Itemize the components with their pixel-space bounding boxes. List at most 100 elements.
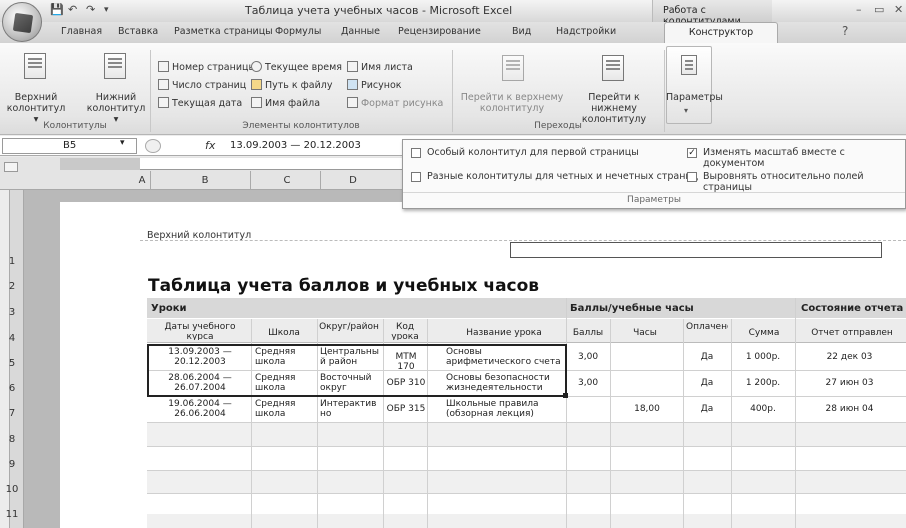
fill-handle[interactable] (563, 393, 568, 398)
section-lessons: Уроки (151, 303, 187, 314)
page-number-icon (158, 61, 169, 72)
minimize-button[interactable]: – (856, 3, 862, 16)
current-time-button[interactable]: Текущее время (251, 61, 342, 73)
tab-page-layout[interactable]: Разметка страницы (174, 26, 273, 37)
tab-formulas[interactable]: Формулы (275, 26, 321, 37)
tab-data[interactable]: Данные (341, 26, 380, 37)
file-name-button[interactable]: Имя файла (251, 97, 320, 109)
goto-header-button[interactable]: Перейти к верхнему колонтитулу (458, 92, 566, 114)
cell-sum[interactable]: 1 200р. (733, 378, 793, 388)
row-header[interactable]: 4 (0, 333, 24, 344)
cell-paid[interactable]: Да (684, 404, 730, 414)
select-all-corner[interactable] (4, 162, 18, 172)
col-header-hours: Часы (633, 328, 657, 338)
column-divider (150, 171, 151, 189)
row-header[interactable]: 8 (0, 434, 24, 445)
cell-scores[interactable]: 3,00 (578, 378, 610, 388)
row-header[interactable]: 2 (0, 281, 24, 292)
group-separator (150, 50, 151, 132)
column-header-a[interactable]: A (122, 175, 162, 186)
cell-hours[interactable]: 18,00 (612, 404, 682, 414)
group-label-headers: Колонтитулы (43, 121, 107, 131)
tab-view[interactable]: Вид (512, 26, 531, 37)
cell-scores[interactable]: 3,00 (578, 352, 610, 362)
page-number-button[interactable]: Номер страницы (158, 61, 256, 73)
header-input-box[interactable] (510, 242, 882, 258)
section-report: Состояние отчета (801, 303, 904, 314)
tab-addins[interactable]: Надстройки (556, 26, 616, 37)
redo-icon[interactable]: ↷ (86, 3, 95, 19)
option-first-page[interactable]: Особый колонтитул для первой страницы (427, 147, 639, 158)
goto-header-label2: колонтитулу (479, 103, 545, 114)
cell-paid[interactable]: Да (684, 378, 730, 388)
fx-icon[interactable]: fx (205, 139, 215, 152)
tab-design[interactable]: Конструктор (664, 22, 778, 44)
col-divider (795, 298, 796, 528)
row-header[interactable]: 6 (0, 383, 24, 394)
cell-sum[interactable]: 1 000р. (733, 352, 793, 362)
save-icon[interactable]: 💾 (50, 3, 64, 19)
format-picture-button[interactable]: Формат рисунка (347, 97, 443, 109)
office-button[interactable] (2, 2, 42, 42)
file-icon (251, 97, 262, 108)
page-count-icon (158, 79, 169, 90)
cell-lesson-name[interactable]: Школьные правила (обзорная лекция) (446, 399, 566, 419)
cell-report-sent[interactable]: 22 дек 03 (797, 352, 902, 362)
goto-footer-icon (602, 55, 624, 81)
cell-paid[interactable]: Да (684, 352, 730, 362)
row-header[interactable]: 10 (0, 484, 24, 495)
col-header-lesson-name: Название урока (466, 328, 542, 338)
page-count-button[interactable]: Число страниц (158, 79, 246, 91)
cell-code[interactable]: ОБР 315 (386, 404, 426, 414)
qat-customize-icon[interactable]: ▾ (104, 5, 109, 21)
row-header[interactable]: 9 (0, 459, 24, 470)
group-separator (664, 50, 665, 132)
header-button-label: Верхний (14, 92, 58, 103)
help-icon[interactable]: ? (842, 24, 848, 38)
section-header-row (147, 298, 906, 318)
selected-range[interactable] (147, 344, 567, 397)
option-odd-even[interactable]: Разные колонтитулы для четных и нечетных… (427, 171, 698, 182)
name-box[interactable]: B5 (2, 138, 137, 154)
checkbox-first-page[interactable] (411, 148, 421, 158)
column-header-d[interactable]: D (328, 175, 378, 186)
close-button[interactable]: ✕ (894, 3, 903, 16)
tab-review[interactable]: Рецензирование (398, 26, 481, 37)
restore-button[interactable]: ▭ (874, 3, 884, 16)
context-tab-title: Работа с колонтитулами (652, 0, 772, 27)
tab-insert[interactable]: Вставка (118, 26, 158, 37)
picture-button[interactable]: Рисунок (347, 79, 402, 91)
cell-dates[interactable]: 19.06.2004 — 26.06.2004 (150, 399, 250, 419)
cell-school[interactable]: Средняя школа (255, 399, 317, 419)
row-header[interactable]: 1 (0, 256, 24, 267)
formula-input[interactable]: 13.09.2003 — 20.12.2003 (230, 140, 361, 151)
checkbox-scale-with-doc[interactable]: ✓ (687, 148, 697, 158)
col-divider (731, 319, 732, 528)
cell-report-sent[interactable]: 27 июн 03 (797, 378, 902, 388)
current-date-button[interactable]: Текущая дата (158, 97, 242, 109)
page-number-label: Номер страницы (172, 62, 256, 73)
checkbox-align-margins[interactable] (687, 172, 697, 182)
column-header-c[interactable]: C (262, 175, 312, 186)
tab-home[interactable]: Главная (61, 26, 102, 37)
sheet-name-button[interactable]: Имя листа (347, 61, 413, 73)
chevron-down-icon: ▾ (684, 106, 689, 115)
row-header[interactable]: 7 (0, 408, 24, 419)
undo-icon[interactable]: ↶ (68, 3, 77, 19)
formula-cancel-icon[interactable] (145, 139, 161, 153)
column-header-b[interactable]: B (180, 175, 230, 186)
cell-sum[interactable]: 400р. (733, 404, 793, 414)
row-header[interactable]: 3 (0, 307, 24, 318)
col-header-school: Школа (268, 328, 300, 338)
column-divider (250, 171, 251, 189)
cell-district[interactable]: Интерактив но (320, 399, 382, 419)
option-align-margins[interactable]: Выровнять относительно полей страницы (703, 171, 905, 193)
checkbox-odd-even[interactable] (411, 172, 421, 182)
option-scale-with-doc[interactable]: Изменять масштаб вместе с документом (703, 147, 905, 169)
name-box-dropdown-icon[interactable]: ▾ (120, 138, 125, 148)
file-path-button[interactable]: Путь к файлу (251, 79, 333, 91)
cell-report-sent[interactable]: 28 июн 04 (797, 404, 902, 414)
row-header[interactable]: 11 (0, 509, 24, 520)
row-header[interactable]: 5 (0, 358, 24, 369)
col-header-paid: Оплачено (686, 322, 728, 332)
